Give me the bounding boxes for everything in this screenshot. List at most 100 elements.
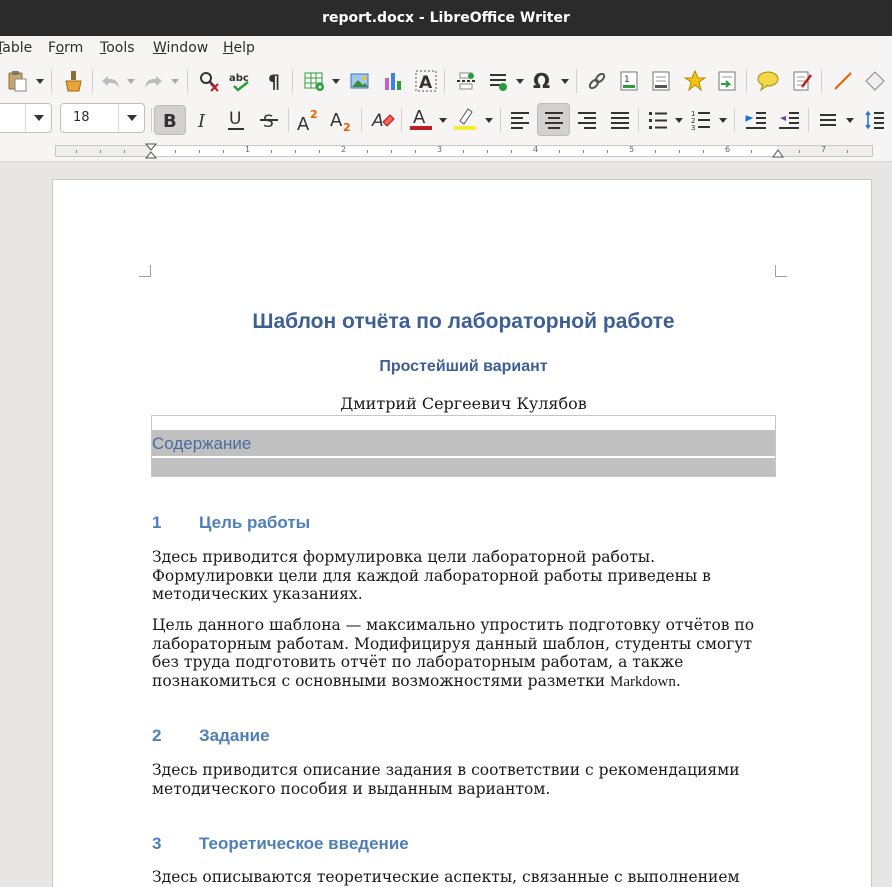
clear-formatting-icon[interactable]: A	[370, 107, 396, 133]
ruler-strip: 1 2 3 4 5 6 7	[55, 145, 873, 157]
font-color-icon[interactable]: A	[408, 105, 434, 131]
insert-table-dropdown-icon[interactable]	[331, 68, 341, 94]
paragraph-style-dropdown-icon[interactable]	[25, 104, 51, 132]
ruler-tick	[76, 150, 77, 153]
ordered-list-dropdown-icon[interactable]	[718, 107, 728, 133]
separator	[746, 69, 747, 93]
menu-tools[interactable]: Tools	[100, 40, 135, 56]
svg-text:1: 1	[624, 75, 630, 85]
left-indent-marker-icon[interactable]	[145, 143, 157, 159]
hyperlink-icon[interactable]	[584, 68, 610, 94]
bookmark-icon[interactable]	[682, 68, 708, 94]
line-spacing-dropdown-icon[interactable]	[845, 107, 855, 133]
text-boundary-corner	[775, 265, 787, 277]
section-number: 3	[152, 834, 162, 853]
paragraph-style-combo[interactable]	[0, 103, 52, 133]
bold-icon[interactable]: B	[154, 105, 186, 135]
track-changes-icon[interactable]	[789, 68, 815, 94]
justify-icon[interactable]	[607, 107, 633, 133]
ordered-list-icon[interactable]: 123	[688, 107, 714, 133]
formatting-marks-icon[interactable]: ¶	[262, 68, 288, 94]
font-color-dropdown-icon[interactable]	[438, 107, 448, 133]
svg-text:B: B	[163, 111, 177, 130]
insert-page-break-icon[interactable]	[453, 68, 479, 94]
separator	[734, 108, 735, 132]
underline-icon[interactable]: U	[223, 107, 249, 133]
separator	[292, 69, 293, 93]
document-page[interactable]: Шаблон отчёта по лабораторной работе Про…	[53, 180, 871, 887]
line-spacing-icon[interactable]	[815, 107, 841, 133]
highlight-color-icon[interactable]	[452, 105, 478, 131]
highlight-color-dropdown-icon[interactable]	[484, 107, 494, 133]
comment-icon[interactable]	[755, 68, 781, 94]
svg-text:A: A	[413, 107, 426, 128]
paste-dropdown-icon[interactable]	[35, 68, 45, 94]
separator	[401, 108, 402, 132]
paste-icon[interactable]	[4, 68, 30, 94]
separator	[361, 108, 362, 132]
document-area[interactable]: Шаблон отчёта по лабораторной работе Про…	[0, 163, 892, 887]
special-character-icon[interactable]: Ω	[530, 68, 556, 94]
strikethrough-icon[interactable]: S	[256, 107, 282, 133]
menu-table[interactable]: Table	[0, 40, 32, 56]
font-size-combo[interactable]: 18	[60, 103, 145, 133]
align-center-icon[interactable]	[537, 103, 570, 136]
undo-icon[interactable]	[98, 68, 124, 94]
unordered-list-dropdown-icon[interactable]	[674, 107, 684, 133]
paragraph-spacing-icon[interactable]	[862, 107, 888, 133]
svg-text:A: A	[419, 73, 433, 93]
redo-icon[interactable]	[140, 68, 166, 94]
header-footer-icon[interactable]	[648, 68, 674, 94]
find-replace-icon[interactable]	[196, 68, 222, 94]
insert-image-icon[interactable]	[347, 68, 373, 94]
insert-field-dropdown-icon[interactable]	[515, 68, 525, 94]
menu-form[interactable]: Form	[48, 40, 83, 56]
separator	[576, 69, 577, 93]
cross-reference-icon[interactable]	[714, 68, 740, 94]
decrease-indent-icon[interactable]	[776, 107, 802, 133]
align-left-icon[interactable]	[507, 107, 533, 133]
subscript-icon[interactable]: A2	[329, 107, 355, 133]
insert-chart-icon[interactable]	[380, 68, 406, 94]
window-title: report.docx - LibreOffice Writer	[0, 0, 892, 36]
separator	[151, 108, 152, 132]
insert-text-box-icon[interactable]: A	[413, 68, 439, 94]
separator	[92, 69, 93, 93]
undo-dropdown-icon[interactable]	[126, 68, 136, 94]
paragraph-end: .	[675, 671, 681, 690]
clone-formatting-icon[interactable]	[60, 68, 86, 94]
horizontal-ruler[interactable]: 1 2 3 4 5 6 7	[0, 140, 892, 162]
ruler-tick	[100, 150, 101, 153]
basic-shapes-icon[interactable]	[862, 68, 888, 94]
ruler-tick	[391, 150, 392, 153]
ruler-tick	[655, 150, 656, 153]
ruler-tick	[463, 150, 464, 153]
ruler-tick	[703, 150, 704, 153]
spelling-icon[interactable]: abc	[228, 68, 254, 94]
footnote-icon[interactable]: 1	[616, 68, 642, 94]
ruler-tick	[199, 150, 200, 153]
special-character-dropdown-icon[interactable]	[560, 68, 570, 94]
menu-help[interactable]: Help	[223, 40, 255, 56]
insert-field-icon[interactable]	[485, 68, 511, 94]
align-right-icon[interactable]	[574, 107, 600, 133]
separator	[500, 108, 501, 132]
separator	[288, 108, 289, 132]
paragraph: Цель данного шаблона — максимально упрос…	[152, 616, 772, 691]
unordered-list-icon[interactable]	[645, 107, 671, 133]
italic-icon[interactable]: I	[190, 107, 216, 133]
redo-dropdown-icon[interactable]	[170, 68, 180, 94]
increase-indent-icon[interactable]	[743, 107, 769, 133]
insert-line-icon[interactable]	[830, 68, 856, 94]
superscript-icon[interactable]: A2	[296, 107, 322, 133]
paragraph: Здесь описываются теоретические аспекты,…	[152, 868, 740, 886]
font-size-dropdown-icon[interactable]	[118, 104, 144, 132]
right-indent-marker-icon[interactable]	[772, 148, 784, 158]
ruler-tick	[583, 150, 584, 153]
table-of-contents[interactable]: Содержание	[151, 415, 776, 477]
insert-table-icon[interactable]	[301, 68, 327, 94]
svg-text:A: A	[297, 114, 310, 132]
menu-window[interactable]: Window	[153, 40, 208, 56]
ruler-tick	[295, 150, 296, 153]
ruler-tick	[751, 150, 752, 153]
